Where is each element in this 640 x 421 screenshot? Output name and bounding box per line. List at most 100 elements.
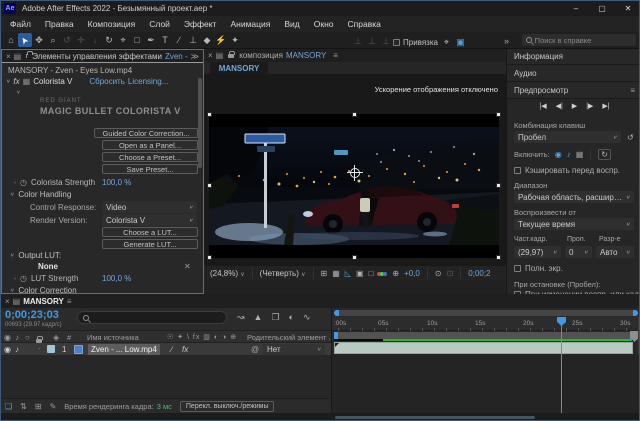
help-search-input[interactable] [535, 36, 632, 45]
layer-audio-icon[interactable]: ♪ [15, 345, 19, 354]
motion-blur-icon[interactable]: ◐ [289, 312, 294, 323]
layer-handle[interactable] [352, 112, 357, 117]
fullscreen-checkbox[interactable] [514, 265, 521, 272]
current-timecode[interactable]: 0;00;23;03 [5, 309, 59, 321]
comp-tab[interactable]: MANSORY [210, 62, 268, 74]
licensing-link[interactable]: Licensing... [128, 77, 168, 86]
save-preset-button[interactable]: Save Preset... [102, 164, 198, 174]
exposure-icon[interactable]: ⊕ [392, 269, 399, 278]
fullscreen-checkbox-row[interactable]: Полн. экр. [514, 264, 563, 273]
expand-icon[interactable]: ∨ [16, 90, 20, 96]
range-dropdown[interactable]: Рабочая область, расширенная...∨ [514, 191, 634, 203]
magnification-dropdown[interactable]: (24,8%) ∨ [210, 269, 245, 278]
work-area-bar[interactable] [334, 332, 634, 339]
preview-panel-header[interactable]: Предпросмотр ≡ [507, 83, 640, 99]
effect-controls-tab[interactable]: × ▤ Элементы управления эффектами Zven -… [2, 50, 203, 63]
skip-dropdown[interactable]: 0∨ [565, 246, 592, 258]
layer-handle[interactable] [496, 255, 501, 260]
chevron-down-icon[interactable]: ∨ [10, 253, 14, 259]
color-handling-row[interactable]: ∨ Color Handling [10, 190, 71, 199]
panel-menu-icon[interactable]: ≡ [333, 51, 338, 60]
navigator-end-handle[interactable] [633, 310, 638, 316]
choose-lut-button[interactable]: Choose a LUT... [102, 227, 198, 237]
prev-frame-button[interactable]: ◀| [556, 102, 563, 110]
panel-overflow-icon[interactable]: ≫ [191, 52, 199, 61]
inout-pane-icon[interactable]: ⊞ [35, 402, 42, 411]
eraser-tool-icon[interactable]: ◆ [200, 33, 214, 47]
panel-menu-icon[interactable]: ≡ [630, 86, 635, 95]
layer-fx-icon[interactable]: fx [182, 345, 188, 354]
close-tab-icon[interactable]: × [208, 51, 213, 60]
roto-brush-tool-icon[interactable]: ⚡ [214, 33, 228, 47]
mini-flowchart-icon[interactable]: ↝ [237, 312, 245, 323]
layer-name[interactable]: Zven - ... Low.mp4 [88, 344, 160, 355]
choose-preset-button[interactable]: Choose a Preset... [102, 152, 198, 162]
maximize-button[interactable]: ▢ [589, 1, 615, 16]
comp-timecode[interactable]: 0;00;2 [468, 269, 490, 278]
parent-column-header[interactable]: Родительский элемент ... [247, 333, 335, 342]
reset-icon[interactable]: ↺ [627, 133, 634, 142]
toolbar-overflow-icon[interactable]: » [504, 36, 509, 46]
switches-pane-icon[interactable]: ❏ [5, 402, 12, 411]
layer-eye-icon[interactable]: ◉ [4, 345, 11, 354]
effect-header-row[interactable]: ∨ fx ▦ Colorista V Сбросить Licensing... [6, 77, 201, 86]
time-navigator[interactable] [334, 310, 638, 316]
layer-handle[interactable] [207, 255, 212, 260]
chevron-down-icon[interactable]: ∨ [10, 288, 14, 294]
layer-handle[interactable] [352, 255, 357, 260]
snap-checkbox[interactable] [393, 39, 400, 46]
anchor-point-icon[interactable] [350, 168, 360, 178]
menu-layer[interactable]: Слой [142, 19, 177, 29]
video-frame[interactable] [209, 114, 499, 258]
close-tab-icon[interactable]: × [6, 52, 11, 61]
mask-visibility-icon[interactable]: ◺ [345, 269, 351, 278]
open-as-panel-button[interactable]: Open as a Panel... [102, 140, 198, 150]
exposure-value[interactable]: +0,0 [404, 269, 420, 278]
lock-icon[interactable] [26, 54, 27, 58]
reset-link[interactable]: Сбросить [89, 77, 125, 86]
menu-view[interactable]: Вид [277, 19, 306, 29]
stopwatch-icon[interactable]: ◷ [20, 178, 27, 187]
chevron-right-icon[interactable]: › [14, 180, 16, 185]
modes-pane-icon[interactable]: ⇅ [20, 402, 27, 411]
resolution-dropdown[interactable]: (Четверть) ∨ [260, 269, 306, 278]
last-frame-button[interactable]: ▶| [602, 102, 609, 110]
timeline-tab-label[interactable]: MANSORY [23, 297, 64, 306]
output-lut-value[interactable]: None [38, 262, 58, 271]
help-search-box[interactable] [522, 34, 636, 46]
transparency-grid-icon[interactable]: ▦ [332, 269, 340, 278]
view-options-icon[interactable]: ⊞ [321, 269, 328, 278]
menu-composition[interactable]: Композиция [81, 19, 143, 29]
loop-icon[interactable]: ↻ [598, 149, 611, 160]
lock-icon[interactable] [228, 54, 234, 58]
preview-resolution-dropdown[interactable]: Авто∨ [596, 246, 634, 258]
layer-expand-icon[interactable]: › [38, 347, 40, 352]
home-tool-icon[interactable]: ⌂ [4, 33, 18, 47]
work-area-start-handle[interactable] [334, 332, 338, 339]
region-of-interest-icon[interactable]: ▣ [455, 35, 466, 49]
menu-effect[interactable]: Эффект [177, 19, 224, 29]
render-version-dropdown[interactable]: Colorista V∨ [102, 214, 197, 226]
collapse-icon[interactable]: ∨ [6, 79, 10, 85]
minimize-button[interactable]: – [563, 1, 589, 16]
parent-pickwhip-icon[interactable]: @ [251, 345, 259, 354]
navigator-start-handle[interactable] [334, 310, 339, 316]
cache-checkbox[interactable] [514, 167, 521, 174]
layer-row[interactable]: ◉ ♪ › 1 Zven - ... Low.mp4 ∕ fx @ Нет∨ [1, 343, 331, 356]
hand-tool-icon[interactable]: ✥ [32, 33, 46, 47]
layer-list-empty[interactable] [1, 356, 331, 398]
puppet-pin-tool-icon[interactable]: ✦ [228, 33, 242, 47]
color-correction-row[interactable]: ∨ Color Correction [10, 286, 77, 294]
frame-blend-icon[interactable]: ❐ [271, 312, 279, 323]
close-button[interactable]: ✕ [615, 1, 640, 16]
rectangle-tool-icon[interactable]: □ [130, 33, 144, 47]
channel-icon[interactable] [378, 269, 387, 278]
guided-color-correction-button[interactable]: Guided Color Correction... [94, 128, 198, 138]
stopwatch-icon[interactable]: ◷ [20, 274, 27, 283]
close-tab-icon[interactable]: × [5, 297, 10, 306]
number-column-header[interactable]: # [67, 333, 71, 342]
selection-tool-icon[interactable]: ➤ [18, 34, 31, 46]
video-include-icon[interactable]: ◉ [555, 150, 562, 159]
chevron-right-icon[interactable]: › [14, 276, 16, 281]
camera-tool-icon[interactable]: ⌖ [116, 33, 130, 47]
